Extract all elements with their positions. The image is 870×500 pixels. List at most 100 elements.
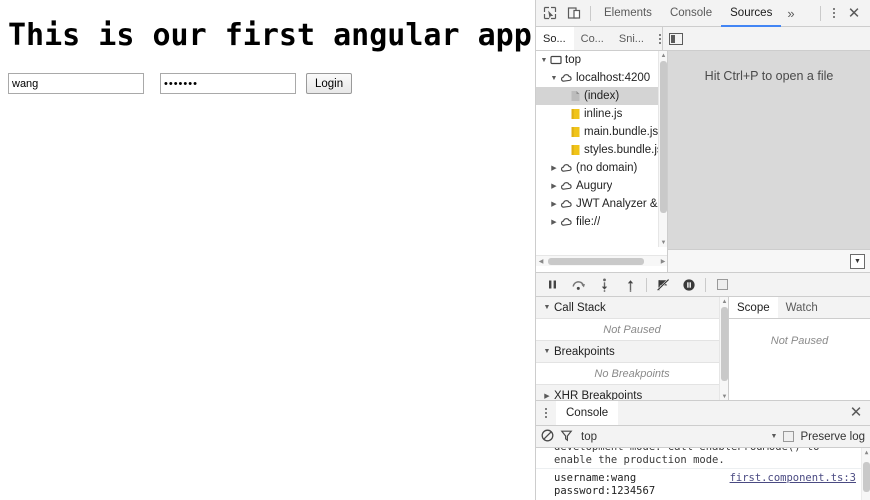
tab-sources[interactable]: Sources [721,0,781,27]
debugger-divider-2 [705,277,706,292]
section-breakpoints[interactable]: ▼ Breakpoints [536,341,728,363]
tree-label: main.bundle.js [584,126,659,138]
chevron-down-icon[interactable]: ▼ [540,348,554,355]
pause-on-exceptions-button[interactable] [676,273,702,296]
show-navigator-icon[interactable] [669,32,683,45]
tab-console[interactable]: Console [661,0,721,27]
step-out-button[interactable] [617,273,643,296]
toolbar-divider [590,5,591,21]
scroll-up-icon[interactable]: ▲ [720,297,728,306]
devtools-main-toolbar: Elements Console Sources » ✕ [536,0,870,27]
resume-pause-button[interactable] [539,273,565,296]
scroll-down-icon[interactable]: ▼ [720,392,728,400]
step-into-button[interactable] [591,273,617,296]
console-context-label[interactable]: top [581,431,597,443]
debugger-divider [646,277,647,292]
tree-label: Augury [576,180,613,192]
tree-label: (no domain) [576,162,638,174]
tree-row-file-protocol[interactable]: ▶ file:// [536,213,667,231]
filter-icon[interactable] [560,429,573,445]
device-toolbar-icon[interactable] [562,1,586,25]
cloud-icon [560,216,573,228]
editor-placeholder-area: Hit Ctrl+P to open a file [668,51,870,249]
tree-row-no-domain[interactable]: ▶ (no domain) [536,159,667,177]
tab-scope[interactable]: Scope [729,297,778,318]
nav-tab-sources[interactable]: So... [536,27,574,50]
chevron-right-icon[interactable]: ▶ [548,164,560,172]
cloud-icon [560,162,573,174]
nav-tab-snippets[interactable]: Sni... [612,27,652,50]
tree-row-main-bundle-js[interactable]: main.bundle.js [536,123,667,141]
tree-row-localhost[interactable]: ▼ localhost:4200 [536,69,667,87]
tab-elements[interactable]: Elements [595,0,661,27]
section-xhr-breakpoints[interactable]: ▶ XHR Breakpoints [536,385,728,400]
step-over-button[interactable] [565,273,591,296]
chevron-down-icon[interactable]: ▼ [771,433,778,440]
tab-watch[interactable]: Watch [778,297,826,318]
username-input[interactable] [8,73,144,94]
drawer-menu-icon[interactable] [536,401,556,425]
scroll-left-icon[interactable]: ◀ [536,258,546,265]
tree-row-augury[interactable]: ▶ Augury [536,177,667,195]
debugger-vertical-scrollbar[interactable]: ▲ ▼ [719,297,728,400]
tree-row-index[interactable]: (index) [536,87,667,105]
close-devtools-icon[interactable]: ✕ [843,2,865,24]
file-tree-vertical-scrollbar[interactable]: ▲ ▼ [658,51,667,247]
document-icon [570,90,581,102]
console-drawer: Console ✕ top ▼ Preserve log enable the … [536,401,870,500]
scrollbar-track[interactable] [546,257,658,266]
close-drawer-icon[interactable]: ✕ [845,401,867,423]
tab-console-drawer[interactable]: Console [556,401,619,425]
file-tree-horizontal-scrollbar[interactable]: ◀ ▶ [536,255,667,266]
preserve-log-checkbox[interactable] [783,431,795,442]
console-message-list[interactable]: development mode. Call enableProdMode() … [536,448,870,500]
login-button[interactable]: Login [306,73,353,94]
screenshot-root: This is our first angular app Login [0,0,870,500]
deactivate-breakpoints-button[interactable] [650,273,676,296]
console-message-line: enable the production mode. [554,454,725,466]
async-stacks-checkbox[interactable] [709,273,735,296]
scroll-up-icon[interactable]: ▲ [659,51,667,60]
console-source-link[interactable]: first.component.ts:3 [730,472,856,484]
more-tabs-icon[interactable]: » [781,6,800,21]
chevron-right-icon[interactable]: ▶ [540,392,554,400]
chevron-right-icon[interactable]: ▶ [548,218,560,226]
debugger-sections: ▼ Call Stack Not Paused ▼ Breakpoints No… [536,297,729,400]
chevron-down-icon[interactable]: ▼ [538,57,550,64]
editor-subtoolbar [662,27,870,50]
chevron-down-icon[interactable]: ▼ [540,304,554,311]
file-tree-scroll[interactable]: ▼ top ▼ localhost:4200 (index) inline.js… [536,51,667,247]
tree-row-styles-bundle-js[interactable]: styles.bundle.js [536,141,667,159]
scroll-right-icon[interactable]: ▶ [658,258,667,265]
preserve-log-label: Preserve log [800,430,865,443]
section-call-stack[interactable]: ▼ Call Stack [536,297,728,319]
tree-row-jwt-analyzer[interactable]: ▶ JWT Analyzer & I [536,195,667,213]
section-title: XHR Breakpoints [554,389,643,401]
chevron-right-icon[interactable]: ▶ [548,200,560,208]
section-title: Call Stack [554,301,606,314]
scrollbar-thumb[interactable] [863,462,870,492]
scroll-up-icon[interactable]: ▲ [862,448,870,457]
tree-label: localhost:4200 [576,72,651,84]
breakpoints-empty-text: No Breakpoints [536,363,728,385]
jump-to-line-icon[interactable]: ▼ [850,253,865,269]
scrollbar-thumb[interactable] [660,61,667,213]
clear-console-icon[interactable] [541,429,554,445]
nav-tab-content-scripts[interactable]: Co... [574,27,612,50]
cloud-icon [560,198,573,210]
inspect-element-icon[interactable] [538,1,562,25]
scrollbar-thumb[interactable] [548,257,644,265]
cloud-icon [560,72,573,84]
password-input[interactable] [160,73,296,94]
debugger-toolbar [536,272,870,297]
console-vertical-scrollbar[interactable]: ▲ ▼ [861,448,870,500]
chevron-down-icon[interactable]: ▼ [548,75,560,82]
tree-row-inline-js[interactable]: inline.js [536,105,667,123]
scroll-down-icon[interactable]: ▼ [659,238,667,247]
chevron-right-icon[interactable]: ▶ [548,182,560,190]
devtools-menu-icon[interactable] [825,2,843,24]
console-message: development mode. Call enableProdMode() … [536,448,870,468]
scrollbar-thumb[interactable] [721,307,728,381]
tree-row-top[interactable]: ▼ top [536,51,667,69]
frame-icon [550,54,562,66]
